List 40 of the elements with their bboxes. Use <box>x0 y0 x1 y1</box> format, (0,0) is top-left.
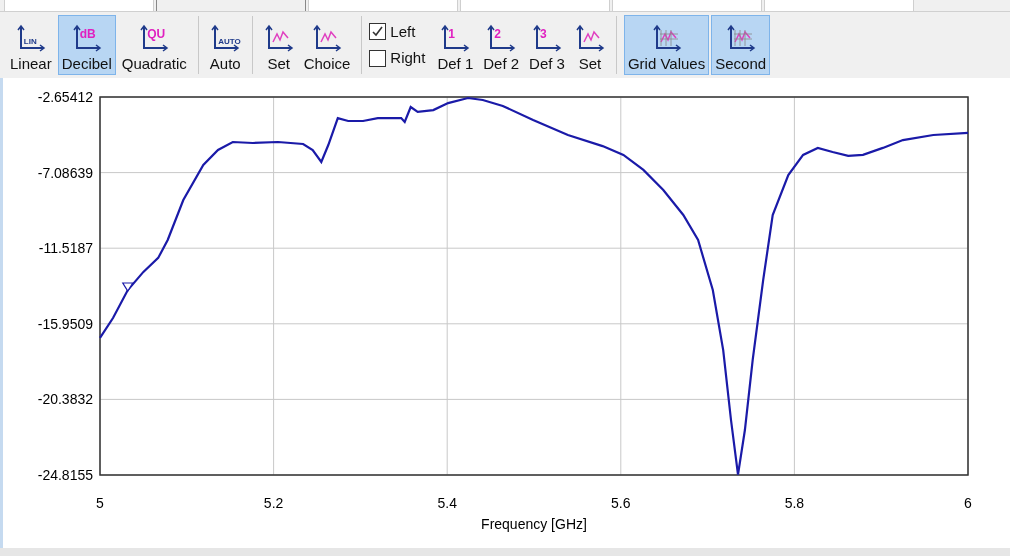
toolbar-button[interactable]: 2 Def 2 <box>479 15 524 75</box>
x-tick-label: 5.4 <box>437 495 457 511</box>
toolbar-button[interactable]: 3 Def 3 <box>525 15 569 75</box>
toolbar-button[interactable]: AUTO Auto <box>205 15 245 75</box>
y-tick-label: -15.9509 <box>37 315 93 332</box>
x-tick-label: 5.6 <box>611 495 631 511</box>
tab[interactable] <box>764 0 914 11</box>
y-tick-label: -20.3832 <box>37 391 93 408</box>
toolbar-button[interactable]: LIN Linear <box>6 15 56 75</box>
toolbar-button[interactable]: QU Quadratic <box>117 15 191 75</box>
toolbar-button[interactable]: Second <box>711 15 771 75</box>
check-icon <box>371 25 385 39</box>
y-tick-label: -11.5187 <box>38 240 93 257</box>
toolbar-button[interactable]: Set <box>570 15 609 75</box>
y-tick-label: -2.65412 <box>37 89 93 105</box>
tab[interactable] <box>460 0 610 11</box>
tab[interactable] <box>4 0 154 11</box>
x-tick-label: 6 <box>964 495 972 511</box>
chart-axes-icon <box>725 24 756 52</box>
toolbar-button[interactable]: dB Decibel <box>57 15 116 75</box>
chart-axes-icon <box>263 24 294 52</box>
chart-axes-icon <box>651 24 682 52</box>
tab[interactable] <box>612 0 762 11</box>
x-tick-label: 5.2 <box>263 495 284 511</box>
toolbar-button[interactable]: Choice <box>299 15 355 75</box>
tab[interactable] <box>156 0 306 11</box>
tab[interactable] <box>308 0 458 11</box>
x-tick-label: 5 <box>96 495 104 511</box>
marker-icon <box>121 282 134 293</box>
chart-axes-icon <box>574 24 605 52</box>
checkbox[interactable]: Left <box>369 20 426 43</box>
x-axis-label: Frequency [GHz] <box>481 516 587 532</box>
y-tick-label: -7.08639 <box>37 164 93 181</box>
chart-axes-icon <box>312 24 342 52</box>
checkbox[interactable]: Right <box>369 47 426 70</box>
y-tick-label: -24.8155 <box>37 467 93 483</box>
x-tick-label: 5.8 <box>784 495 805 511</box>
toolbar-button[interactable]: 1 Def 1 <box>433 15 478 75</box>
toolbar-button[interactable]: Set <box>259 15 298 75</box>
toolbar-button[interactable]: Grid Values <box>623 15 710 75</box>
